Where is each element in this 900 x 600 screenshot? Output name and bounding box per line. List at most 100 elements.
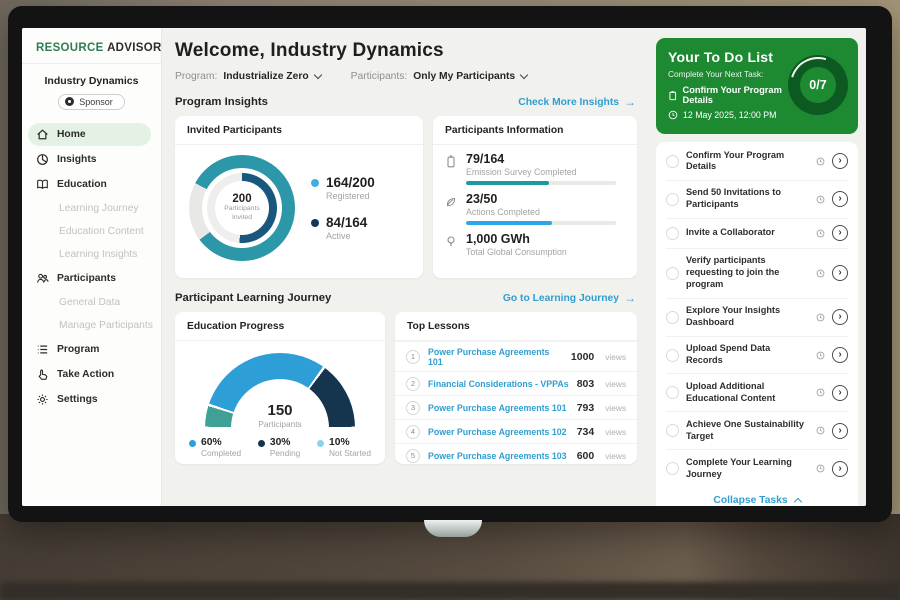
dashboard-screen: RESOURCE ADVISOR+ Industry Dynamics Spon… xyxy=(22,28,866,506)
hand-action-icon xyxy=(36,368,49,381)
task-row[interactable]: Send 50 Invitations to Participants › xyxy=(666,181,848,219)
clock-icon xyxy=(816,388,825,397)
sidebar-item-settings[interactable]: Settings xyxy=(22,388,161,411)
lesson-row[interactable]: 5 Power Purchase Agreements 103 600views xyxy=(395,443,637,467)
collapse-tasks-link[interactable]: Collapse Tasks xyxy=(666,487,848,506)
task-checkbox[interactable] xyxy=(666,386,679,399)
sidebar-item-learning-journey[interactable]: Learning Journey xyxy=(22,198,161,219)
lesson-row[interactable]: 2 Financial Considerations - VPPAs 803vi… xyxy=(395,371,637,395)
sidebar-item-education[interactable]: Education xyxy=(22,173,161,196)
task-checkbox[interactable] xyxy=(666,462,679,475)
filter-bar: Program: Industrialize Zero Participants… xyxy=(175,71,638,82)
chevron-right-icon: › xyxy=(838,193,841,204)
go-to-learning-journey-link[interactable]: Go to Learning Journey → xyxy=(503,291,636,305)
sidebar: RESOURCE ADVISOR+ Industry Dynamics Spon… xyxy=(22,28,162,506)
task-open-button[interactable]: › xyxy=(832,461,848,477)
lesson-link[interactable]: Power Purchase Agreements 101 xyxy=(428,347,563,367)
participants-icon xyxy=(36,272,49,285)
participants-filter-dropdown[interactable]: Participants: Only My Participants xyxy=(351,71,528,82)
sidebar-item-general-data[interactable]: General Data xyxy=(22,292,161,313)
chevron-down-icon xyxy=(313,71,321,79)
todo-progress-value: 0/7 xyxy=(800,67,836,103)
task-row[interactable]: Confirm Your Program Details › xyxy=(666,143,848,181)
sidebar-item-home[interactable]: Home xyxy=(28,123,151,146)
legend-dot xyxy=(258,440,265,447)
task-open-button[interactable]: › xyxy=(832,265,848,281)
education-progress-card: Education Progress 150 Participants 60% xyxy=(175,312,385,464)
clock-icon xyxy=(816,464,825,473)
participants-information-card: Participants Information 79/164 Emission… xyxy=(433,116,637,278)
lesson-row[interactable]: 4 Power Purchase Agreements 102 734views xyxy=(395,419,637,443)
task-checkbox[interactable] xyxy=(666,267,679,280)
sidebar-item-program[interactable]: Program xyxy=(22,338,161,361)
task-checkbox[interactable] xyxy=(666,424,679,437)
clock-icon xyxy=(816,351,825,360)
chevron-right-icon: › xyxy=(838,425,841,436)
chevron-right-icon: › xyxy=(838,155,841,166)
lesson-link[interactable]: Financial Considerations - VPPAs xyxy=(428,379,569,389)
stat-emission-survey: 79/164 Emission Survey Completed xyxy=(433,145,637,185)
survey-device-icon xyxy=(445,155,457,168)
sidebar-item-participants[interactable]: Participants xyxy=(22,267,161,290)
task-row[interactable]: Invite a Collaborator › xyxy=(666,219,848,249)
clock-icon xyxy=(816,426,825,435)
task-open-button[interactable]: › xyxy=(832,191,848,207)
legend-dot xyxy=(317,440,324,447)
check-more-insights-link[interactable]: Check More Insights → xyxy=(518,95,636,109)
task-open-button[interactable]: › xyxy=(832,385,848,401)
lesson-row[interactable]: 3 Power Purchase Agreements 101 793views xyxy=(395,395,637,419)
sponsor-icon xyxy=(65,97,74,106)
app-logo: RESOURCE ADVISOR+ xyxy=(22,28,161,64)
task-checkbox[interactable] xyxy=(666,227,679,240)
org-name: Industry Dynamics xyxy=(22,75,161,87)
task-open-button[interactable]: › xyxy=(832,423,848,439)
sidebar-item-learning-insights[interactable]: Learning Insights xyxy=(22,244,161,265)
page-title: Welcome, Industry Dynamics xyxy=(175,40,638,62)
task-row[interactable]: Verify participants requesting to join t… xyxy=(666,249,848,299)
task-checkbox[interactable] xyxy=(666,349,679,362)
program-filter-dropdown[interactable]: Program: Industrialize Zero xyxy=(175,71,321,82)
arrow-right-icon: → xyxy=(624,95,636,109)
emission-survey-progressbar xyxy=(466,181,616,185)
sidebar-item-insights[interactable]: Insights xyxy=(22,148,161,171)
task-row[interactable]: Achieve One Sustainability Target › xyxy=(666,412,848,450)
rank-badge: 2 xyxy=(406,377,420,391)
chevron-right-icon: › xyxy=(838,349,841,360)
rank-badge: 4 xyxy=(406,425,420,439)
task-row[interactable]: Upload Spend Data Records › xyxy=(666,337,848,375)
lesson-link[interactable]: Power Purchase Agreements 102 xyxy=(428,427,569,437)
sidebar-item-manage-participants[interactable]: Manage Participants xyxy=(22,315,161,336)
task-open-button[interactable]: › xyxy=(832,347,848,363)
task-row[interactable]: Complete Your Learning Journey › xyxy=(666,450,848,487)
chevron-right-icon: › xyxy=(838,267,841,278)
task-checkbox[interactable] xyxy=(666,193,679,206)
task-row[interactable]: Upload Additional Educational Content › xyxy=(666,374,848,412)
sidebar-item-education-content[interactable]: Education Content xyxy=(22,221,161,242)
monitor-stand xyxy=(424,520,482,537)
clock-icon xyxy=(816,195,825,204)
legend-registered: 164/200 Registered xyxy=(311,175,375,201)
task-open-button[interactable]: › xyxy=(832,309,848,325)
sidebar-item-take-action[interactable]: Take Action xyxy=(22,363,161,386)
desk-shadow xyxy=(0,582,900,600)
chevron-right-icon: › xyxy=(838,387,841,398)
invited-participants-card: Invited Participants 200 Participants In… xyxy=(175,116,423,278)
legend-dot xyxy=(189,440,196,447)
clock-icon xyxy=(816,229,825,238)
todo-panel: Your To Do List Complete Your Next Task:… xyxy=(648,28,866,506)
clock-icon xyxy=(816,157,825,166)
stat-actions-completed: 23/50 Actions Completed xyxy=(433,185,637,225)
task-row[interactable]: Explore Your Insights Dashboard › xyxy=(666,299,848,337)
lesson-link[interactable]: Power Purchase Agreements 103 xyxy=(428,451,569,461)
lesson-link[interactable]: Power Purchase Agreements 101 xyxy=(428,403,569,413)
task-checkbox[interactable] xyxy=(666,155,679,168)
rank-badge: 3 xyxy=(406,401,420,415)
book-icon xyxy=(36,178,49,191)
chevron-down-icon xyxy=(520,71,528,79)
task-open-button[interactable]: › xyxy=(832,153,848,169)
lesson-row[interactable]: 1 Power Purchase Agreements 101 1000view… xyxy=(395,341,637,371)
task-open-button[interactable]: › xyxy=(832,225,848,241)
clock-icon xyxy=(816,313,825,322)
task-checkbox[interactable] xyxy=(666,311,679,324)
actions-completed-progressbar xyxy=(466,221,616,225)
